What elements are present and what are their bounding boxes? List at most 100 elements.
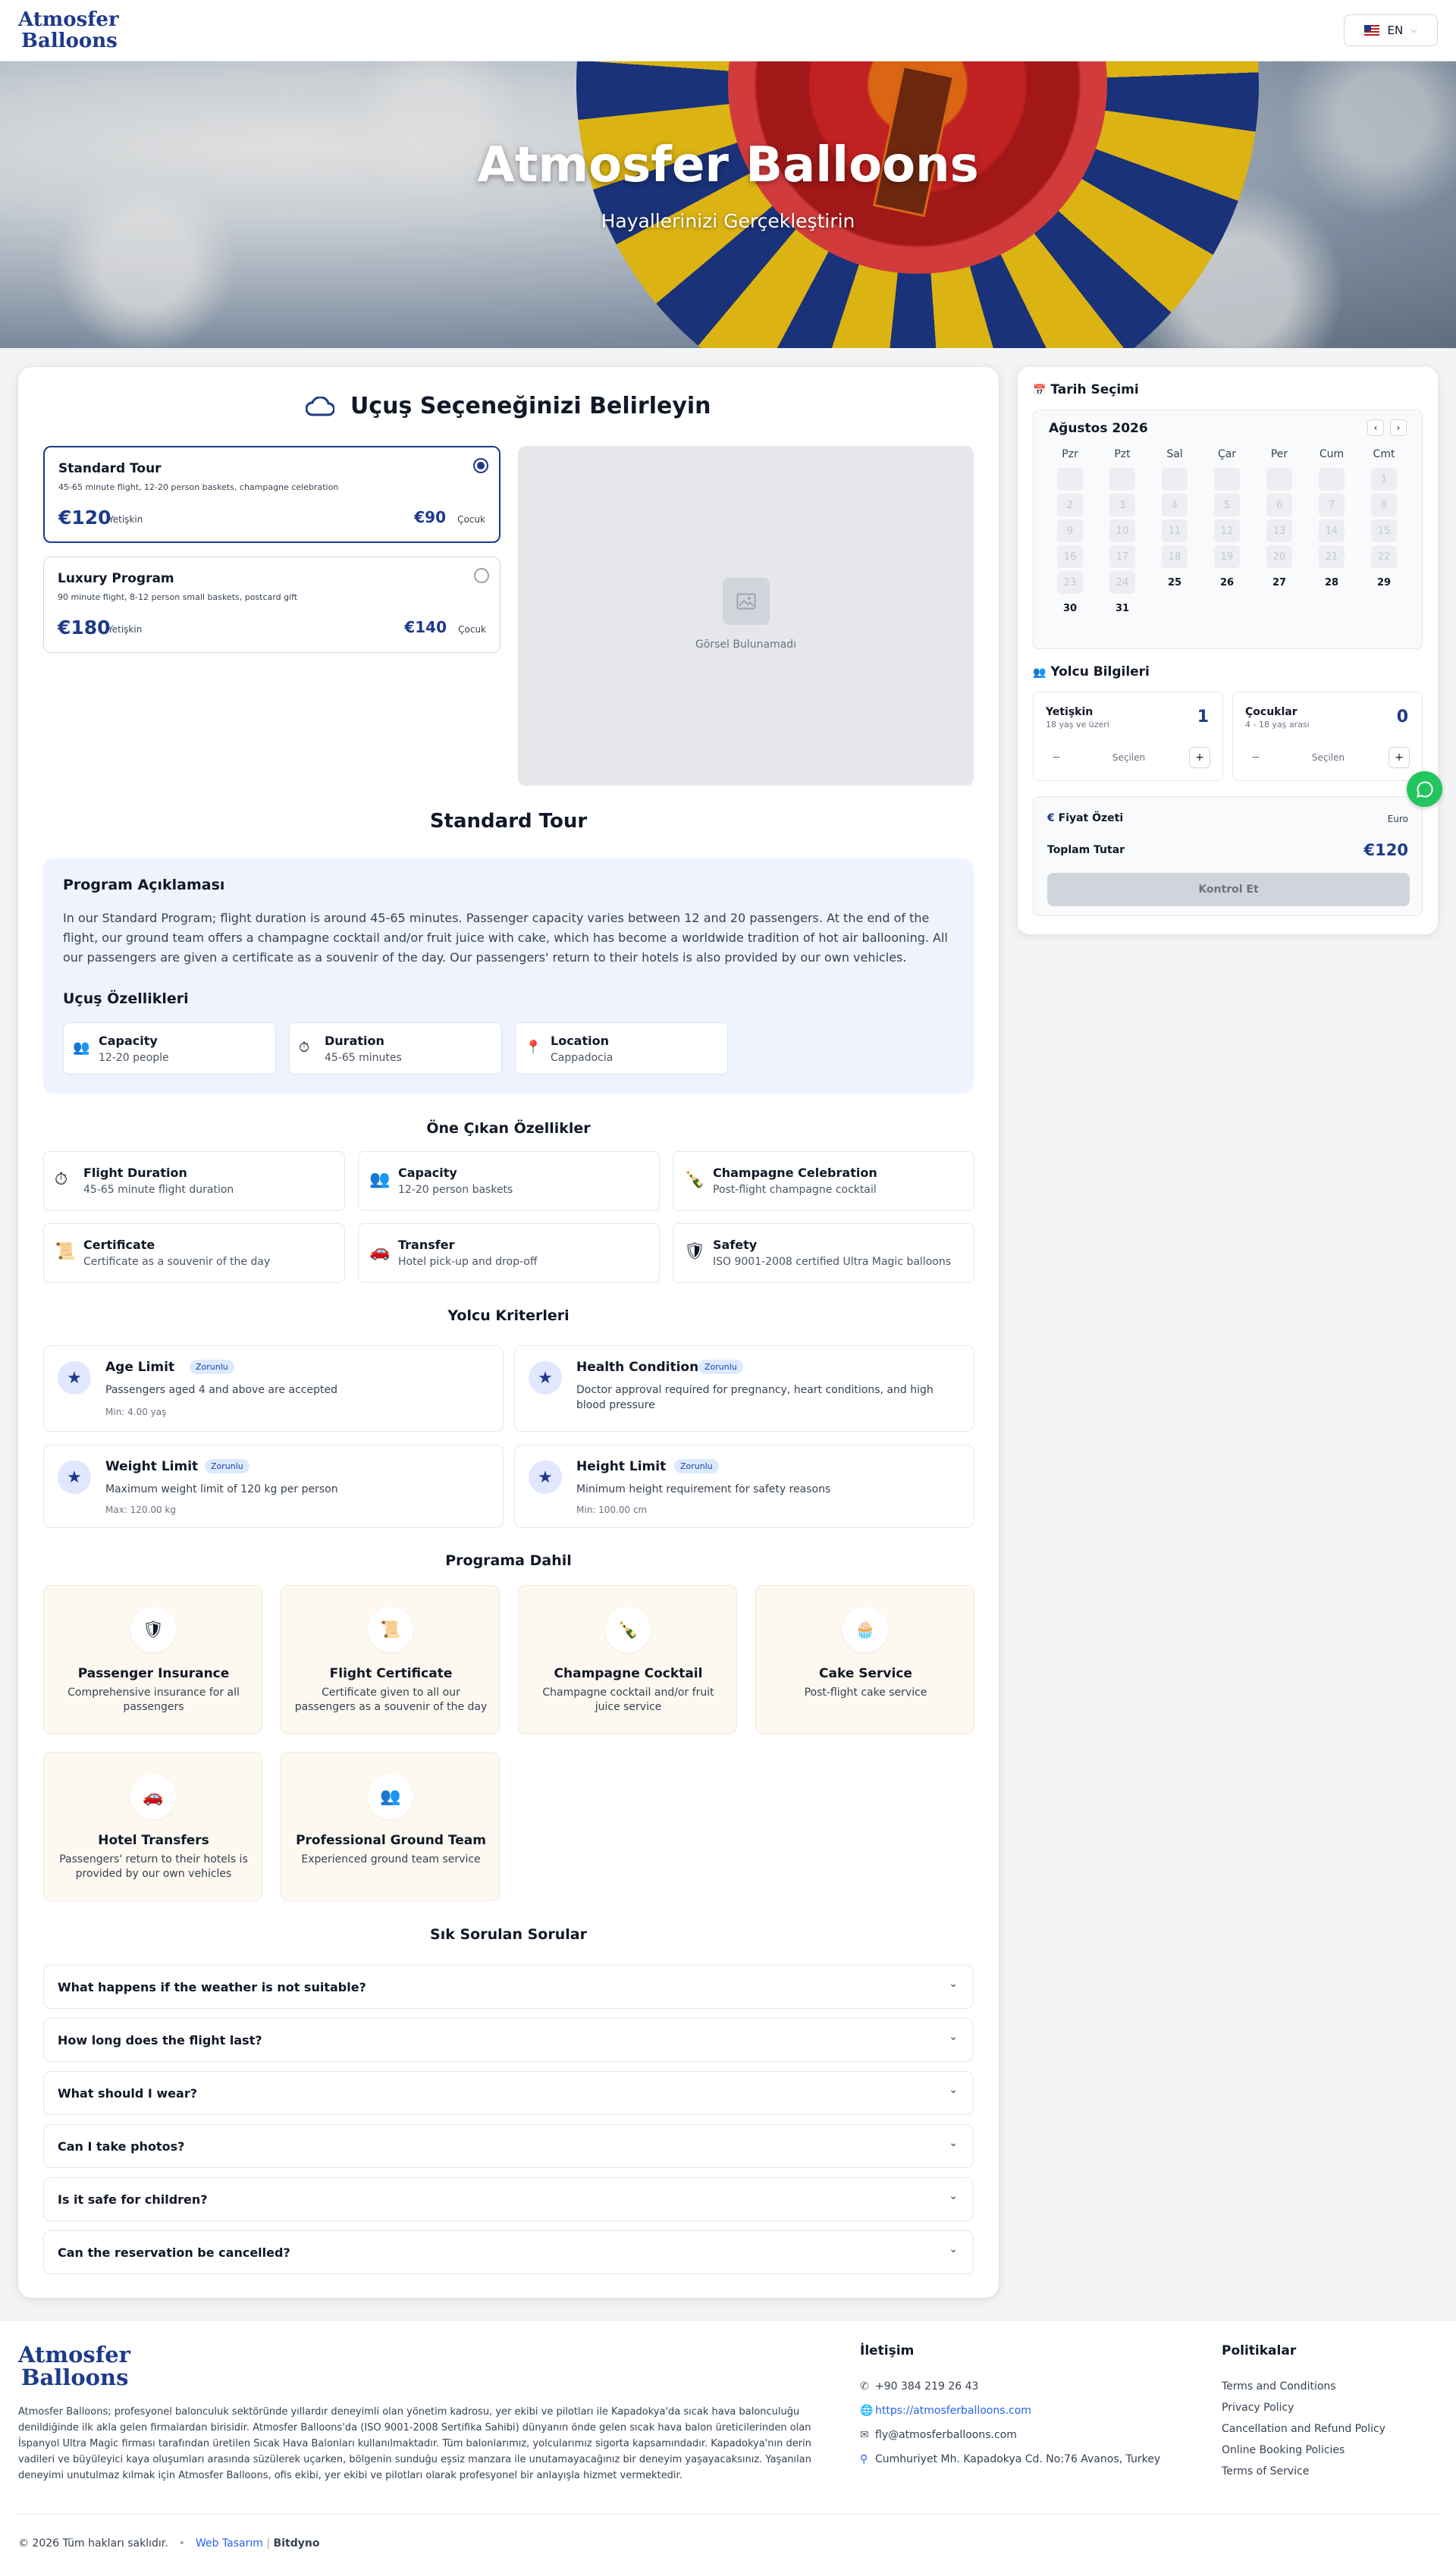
next-month-button[interactable]: › [1390,419,1407,436]
calendar-day[interactable]: 25 [1162,571,1188,594]
prev-month-button[interactable]: ‹ [1367,419,1384,436]
policy-link[interactable]: Online Booking Policies [1222,2444,1345,2456]
criteria-title: Height Limit [576,1459,667,1474]
highlight-desc: Post-flight champagne cocktail [713,1184,877,1196]
criteria-height-limit: ★ Height Limit Zorunlu Minimum height re… [514,1445,974,1528]
required-badge: Zorunlu [698,1360,743,1374]
child-price: €140 [404,618,447,636]
highlight-title: Certificate [83,1238,155,1252]
feature-title: Capacity [99,1034,158,1048]
calendar-day[interactable]: 31 [1109,597,1135,620]
faq-question: Can I take photos? [58,2139,185,2154]
highlight-item: ⏱ Flight Duration 45-65 minute flight du… [43,1151,345,1211]
contact-email[interactable]: ✉ fly@atmosferballoons.com [860,2429,1017,2441]
whatsapp-icon [1416,780,1433,798]
criteria-meta: Max: 120.00 kg [105,1505,177,1515]
calendar-day: 2 [1057,494,1083,516]
policy-link[interactable]: Privacy Policy [1222,2402,1294,2414]
radio-unselected[interactable] [474,568,489,583]
calendar-day: 20 [1266,545,1292,568]
included-desc: Certificate given to all our passengers … [294,1687,488,1713]
adult-price: €180 [58,617,111,639]
calendar-day: 15 [1371,519,1397,542]
hero-overlay [0,61,1456,348]
option-desc: 90 minute flight, 8-12 person small bask… [58,592,298,602]
date-calendar: Ağustos 2026 ‹ › Pzr Pzt Sal Çar Per Cum Cmt 1 2… [1033,410,1423,649]
chevron-down-icon: ⌵ [1410,25,1417,35]
brand-link[interactable]: Bitdyno [274,2537,320,2550]
check-button[interactable]: Kontrol Et [1047,873,1410,906]
included-title: Hotel Transfers [98,1833,209,1848]
copyright-separator: • [178,2537,185,2550]
language-selector[interactable]: EN ⌵ [1344,14,1438,46]
included-title: Cake Service [819,1666,912,1681]
included-title: Champagne Cocktail [554,1666,703,1681]
euro-icon: € [1047,812,1055,824]
calendar-day[interactable]: 27 [1266,571,1292,594]
image-icon [723,578,770,625]
calendar-day[interactable]: 28 [1319,571,1345,594]
highlight-title: Flight Duration [83,1166,187,1180]
child-price-label: Çocuk [457,514,485,525]
faq-item[interactable]: Can the reservation be cancelled? ⌄ [43,2230,974,2274]
criteria-meta: Min: 100.00 cm [576,1505,648,1515]
policy-link[interactable]: Cancellation and Refund Policy [1222,2423,1385,2435]
faq-item[interactable]: What should I wear? ⌄ [43,2071,974,2115]
highlight-desc: Certificate as a souvenir of the day [83,1256,271,1268]
weekday-label: Cum [1319,448,1345,460]
highlight-item: 🍾 Champagne Celebration Post-flight cham… [673,1151,974,1211]
faq-item[interactable]: Is it safe for children? ⌄ [43,2177,974,2221]
whatsapp-chat-button[interactable] [1407,771,1442,807]
champagne-icon: 🍾 [684,1170,705,1189]
calendar-day: 14 [1319,519,1345,542]
star-icon: ★ [58,1461,91,1494]
highlight-desc: 12-20 person baskets [398,1184,513,1196]
policy-link[interactable]: Terms of Service [1222,2465,1309,2477]
star-icon: ★ [58,1361,91,1395]
feature-location: 📍 Location Cappadocia [515,1022,728,1075]
passenger-section-title: 👥 Yolcu Bilgileri [1033,664,1150,679]
phone-icon: ✆ [860,2380,869,2393]
calendar-day: 3 [1109,494,1135,516]
child-increment-button[interactable]: + [1389,747,1410,768]
mail-icon: ✉ [860,2429,869,2441]
criteria-title: Weight Limit [105,1459,199,1474]
contact-phone[interactable]: ✆ +90 384 219 26 43 [860,2380,978,2393]
included-item: 🧁 Cake Service Post-flight cake service [755,1585,974,1734]
weekday-label: Per [1270,448,1288,460]
faq-item[interactable]: How long does the flight last? ⌄ [43,2018,974,2062]
flight-option-standard[interactable]: Standard Tour 45-65 minute flight, 12-20… [43,446,500,543]
contact-website[interactable]: 🌐 https://atmosferballoons.com [860,2405,1031,2417]
calendar-day[interactable]: 29 [1371,571,1397,594]
faq-question: What happens if the weather is not suita… [58,1980,366,1994]
included-title: Professional Ground Team [296,1833,486,1848]
web-design-link[interactable]: Web Tasarım [196,2537,263,2550]
star-icon: ★ [529,1361,562,1395]
policy-link[interactable]: Terms and Conditions [1222,2380,1336,2393]
calendar-day: 17 [1109,545,1135,568]
footer-logo[interactable]: Atmosfer Balloons [18,2343,130,2389]
option-name: Standard Tour [58,461,162,476]
site-logo[interactable]: Atmosfer Balloons [18,9,119,52]
flight-option-luxury[interactable]: Luxury Program 90 minute flight, 8-12 pe… [43,557,500,653]
flight-image-placeholder: Görsel Bulunamadı [518,446,974,786]
included-desc: Passengers' return to their hotels is pr… [59,1853,248,1880]
faq-item[interactable]: Can I take photos? ⌄ [43,2124,974,2168]
calendar-day[interactable]: 30 [1057,597,1083,620]
logo-line-2: Balloons [21,30,118,52]
faq-question: Is it safe for children? [58,2192,208,2207]
policies-title: Politikalar [1222,2343,1297,2358]
criteria-title: Age Limit [105,1360,175,1375]
feature-value: Cappadocia [551,1052,613,1064]
adult-increment-button[interactable]: + [1189,747,1210,768]
child-counter: Çocuklar 4 - 18 yaş arası 0 − Seçilen + [1232,692,1423,781]
radio-selected[interactable] [473,458,488,473]
required-badge: Zorunlu [190,1360,234,1374]
footer-logo-line-2: Balloons [21,2364,129,2390]
price-summary-title: € Fiyat Özeti [1047,812,1124,824]
included-desc: Comprehensive insurance for all passenge… [67,1687,240,1713]
faq-item[interactable]: What happens if the weather is not suita… [43,1965,974,2009]
calendar-month: Ağustos 2026 [1049,421,1148,436]
shield-icon: 🛡 [130,1607,176,1652]
calendar-day[interactable]: 26 [1214,571,1240,594]
